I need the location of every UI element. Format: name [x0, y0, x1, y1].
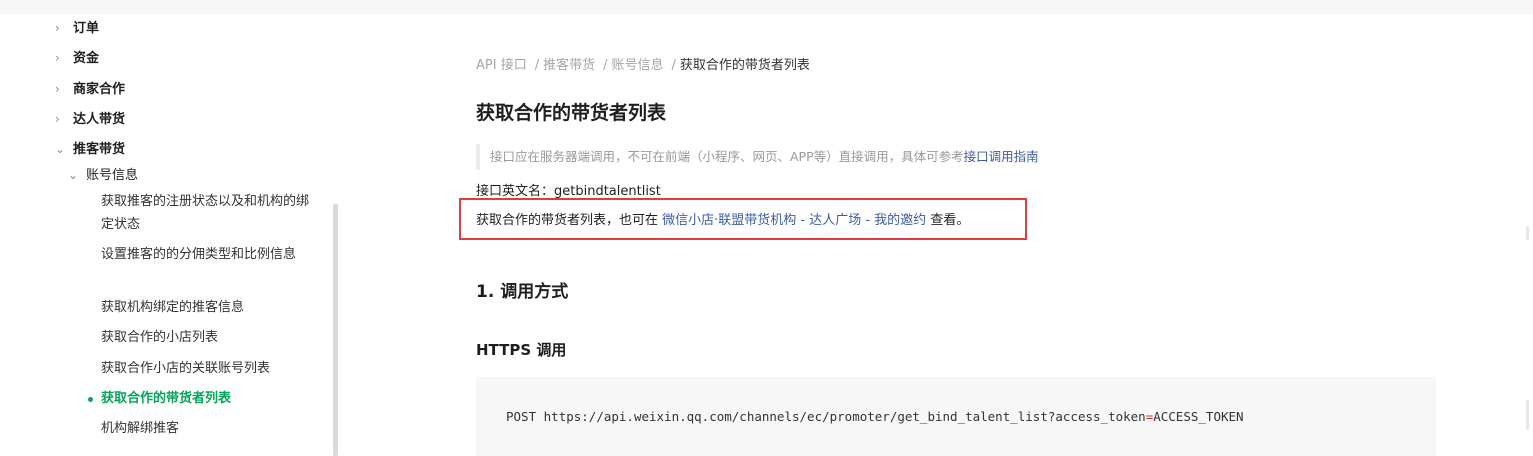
description: 获取合作的带货者列表，也可在 微信小店·联盟带货机构 - 达人广场 - 我的邀约… — [476, 211, 969, 231]
chevron-right-icon: › — [55, 82, 60, 96]
sidebar-leaf-partner-shops[interactable]: 获取合作的小店列表 — [101, 326, 311, 349]
sidebar-subgroup-label: 账号信息 — [86, 168, 139, 183]
sidebar-leaf-partner-talents[interactable]: 获取合作的带货者列表 — [101, 387, 311, 410]
notice-text: 接口应在服务器端调用，不可在前端（小程序、网页、APP等）直接调用，具体可参考 — [490, 149, 964, 164]
page-title: 获取合作的带货者列表 — [476, 102, 667, 124]
breadcrumb-api[interactable]: API 接口 — [476, 58, 527, 73]
breadcrumb: API 接口 / 推客带货 / 账号信息 / 获取合作的带货者列表 — [476, 56, 810, 76]
sidebar-item-merchant-cooperation[interactable]: › 商家合作 — [55, 79, 125, 100]
code-method: POST — [506, 409, 537, 424]
breadcrumb-promoter[interactable]: 推客带货 — [543, 58, 595, 73]
active-indicator-dot — [88, 397, 93, 402]
code-url: https://api.weixin.qq.com/channels/ec/pr… — [543, 409, 1146, 424]
sidebar-item-label: 订单 — [73, 21, 100, 36]
sidebar-item-funds[interactable]: › 资金 — [55, 48, 99, 69]
sidebar-item-label: 达人带货 — [73, 112, 126, 127]
sidebar-item-promoter-sales[interactable]: ⌄ 推客带货 — [55, 139, 125, 160]
chevron-right-icon: › — [55, 112, 60, 126]
section-call-method-title: 1. 调用方式 — [476, 282, 569, 302]
chevron-down-icon: ⌄ — [68, 168, 79, 182]
section-https-title: HTTPS 调用 — [476, 341, 567, 359]
sidebar-leaf-set-commission[interactable]: 设置推客的的分佣类型和比例信息 — [101, 243, 311, 266]
breadcrumb-account[interactable]: 账号信息 — [612, 58, 664, 73]
sidebar-leaf-promoter-register-status[interactable]: 获取推客的注册状态以及和机构的绑定状态 — [101, 190, 311, 236]
sidebar-leaf-shop-linked-accounts[interactable]: 获取合作小店的关联账号列表 — [101, 357, 311, 380]
chevron-right-icon: › — [55, 21, 60, 35]
breadcrumb-separator: / — [534, 58, 540, 73]
breadcrumb-current: 获取合作的带货者列表 — [679, 58, 810, 73]
breadcrumb-separator: / — [671, 58, 676, 73]
desc-prefix: 获取合作的带货者列表，也可在 — [476, 213, 663, 228]
breadcrumb-separator: / — [603, 58, 608, 73]
sidebar-item-talent-sales[interactable]: › 达人带货 — [55, 109, 125, 130]
sidebar-item-label: 推客带货 — [73, 142, 126, 157]
code-block: POST https://api.weixin.qq.com/channels/… — [476, 377, 1436, 456]
right-edge-marker — [1526, 226, 1529, 240]
sidebar-leaf-org-bound-promoters[interactable]: 获取机构绑定的推客信息 — [101, 296, 311, 319]
notice-quote: 接口应在服务器端调用，不可在前端（小程序、网页、APP等）直接调用，具体可参考接… — [476, 144, 1039, 170]
guide-link[interactable]: 接口调用指南 — [964, 149, 1039, 164]
talent-square-link[interactable]: 微信小店·联盟带货机构 - 达人广场 - 我的邀约 — [662, 213, 926, 228]
sidebar-subgroup-account-info[interactable]: ⌄ 账号信息 — [68, 165, 138, 186]
chevron-down-icon: ⌄ — [55, 142, 66, 156]
right-edge-marker — [1526, 400, 1529, 430]
chevron-right-icon: › — [55, 51, 60, 65]
sidebar-item-orders[interactable]: › 订单 — [55, 18, 99, 39]
code-line: POST https://api.weixin.qq.com/channels/… — [506, 408, 1244, 426]
top-bar — [0, 0, 1533, 14]
code-token: ACCESS_TOKEN — [1153, 409, 1244, 424]
sidebar-item-label: 资金 — [73, 51, 100, 66]
sidebar-leaf-unbind-promoter[interactable]: 机构解绑推客 — [101, 417, 311, 440]
desc-suffix: 查看。 — [926, 213, 970, 228]
sidebar-scrollbar[interactable] — [333, 204, 338, 456]
sidebar-item-label: 商家合作 — [73, 82, 126, 97]
